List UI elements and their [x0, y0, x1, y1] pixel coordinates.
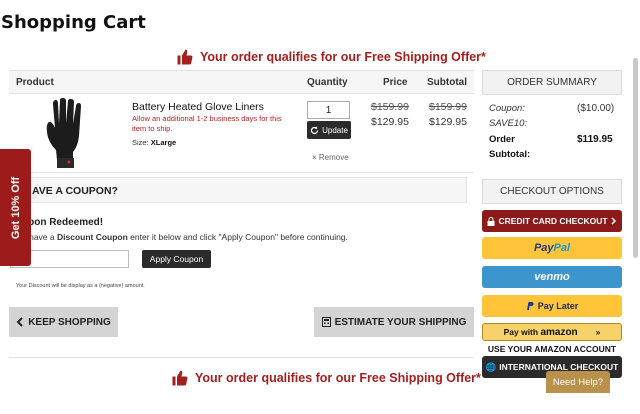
coupon-instructions-post: enter it below and click "Apply Coupon" … [127, 232, 348, 242]
venmo-button[interactable]: venmo [482, 266, 622, 288]
credit-card-checkout-label: CREDIT CARD CHECKOUT [498, 216, 608, 226]
col-quantity: Quantity [307, 77, 348, 88]
cart-table-header: Product Quantity Price Subtotal [9, 70, 474, 94]
chevron-right-icon [611, 217, 616, 225]
divider [9, 357, 474, 358]
amazon-account-note: USE YOUR AMAZON ACCOUNT [487, 344, 617, 354]
amazon-pay-button[interactable]: Pay with amazon » [482, 323, 622, 341]
scrollbar[interactable] [633, 58, 638, 258]
coupon-code: SAVE10: [489, 118, 528, 129]
col-product: Product [16, 77, 54, 88]
col-subtotal: Subtotal [427, 77, 467, 88]
update-button[interactable]: Update [307, 121, 351, 139]
item-size: Size: XLarge [132, 138, 176, 147]
amazon-pay-pre: Pay with [503, 326, 541, 337]
refresh-icon [311, 125, 319, 134]
coupon-redeemed-title: upon Redeemed! [22, 217, 104, 228]
lock-icon [487, 216, 495, 226]
glove-product-image[interactable] [45, 98, 87, 170]
apply-coupon-button[interactable]: Apply Coupon [142, 250, 211, 268]
discount-side-tab-label: Get 10% Off [9, 176, 22, 239]
free-shipping-banner-top: Your order qualifies for our Free Shippi… [176, 48, 486, 66]
size-label: Size: [132, 138, 149, 147]
double-chevron-icon: » [595, 327, 601, 337]
estimate-shipping-button[interactable]: ESTIMATE YOUR SHIPPING [314, 307, 474, 337]
discount-side-tab[interactable]: Get 10% Off [0, 149, 31, 266]
free-shipping-text: Your order qualifies for our Free Shippi… [200, 50, 486, 64]
paypal-icon [526, 302, 534, 310]
order-summary-header: ORDER SUMMARY [482, 70, 622, 95]
price-original: $159.99 [371, 101, 409, 113]
quantity-input[interactable]: 1 [307, 101, 350, 119]
shipping-note: Allow an additional 1-2 business days fo… [132, 114, 282, 133]
estimate-shipping-label: ESTIMATE YOUR SHIPPING [334, 316, 467, 328]
paypal-logo-pay: Pay [533, 242, 554, 254]
coupon-value: ($10.00) [577, 103, 615, 114]
paypal-button[interactable]: Pay Pal [482, 237, 622, 259]
remove-link[interactable]: × Remove [312, 153, 349, 162]
thumbs-up-icon [172, 370, 188, 386]
shopping-cart-page: Shopping Cart Your order qualifies for o… [0, 0, 640, 414]
subtotal-label-2: Subtotal: [489, 149, 531, 160]
page-title: Shopping Cart [1, 12, 146, 33]
amazon-brand: amazon [540, 326, 578, 338]
keep-shopping-label: KEEP SHOPPING [28, 316, 111, 328]
subtotal-original: $159.99 [429, 101, 467, 113]
thumbs-up-icon [177, 49, 193, 65]
checkout-options-header: CHECKOUT OPTIONS [482, 179, 622, 204]
discount-note: Your Discount will be display as a (nega… [16, 283, 145, 289]
coupon-label: Coupon: [489, 103, 525, 114]
subtotal-sale: $129.95 [429, 116, 467, 128]
credit-card-checkout-button[interactable]: CREDIT CARD CHECKOUT [482, 210, 622, 232]
free-shipping-banner-bottom: Your order qualifies for our Free Shippi… [171, 369, 481, 387]
pay-later-label: Pay Later [537, 301, 579, 311]
size-value: XLarge [150, 138, 177, 147]
calculator-icon [321, 317, 331, 327]
subtotal-label-1: Order [489, 134, 515, 145]
keep-shopping-button[interactable]: KEEP SHOPPING [9, 307, 118, 337]
coupon-instructions: u have a Discount Coupon enter it below … [22, 232, 348, 242]
item-name[interactable]: Battery Heated Glove Liners [132, 101, 264, 113]
coupon-instructions-bold: Discount Coupon [56, 232, 128, 242]
divider [9, 172, 474, 173]
price-sale: $129.95 [371, 116, 409, 128]
globe-icon: 🌐 [485, 361, 497, 372]
paypal-logo-pal: Pal [553, 242, 571, 254]
col-price: Price [383, 77, 408, 88]
paypal-pay-later-button[interactable]: Pay Later [482, 295, 622, 317]
free-shipping-text: Your order qualifies for our Free Shippi… [195, 371, 481, 385]
order-subtotal-value: $119.95 [577, 134, 613, 145]
coupon-toggle[interactable]: AVE A COUPON? [9, 177, 467, 203]
amazon-pay-label: Pay with amazon [504, 327, 578, 338]
chevron-left-icon [16, 317, 23, 327]
need-help-button[interactable]: Need Help? [546, 371, 610, 393]
update-label: Update [322, 125, 348, 135]
